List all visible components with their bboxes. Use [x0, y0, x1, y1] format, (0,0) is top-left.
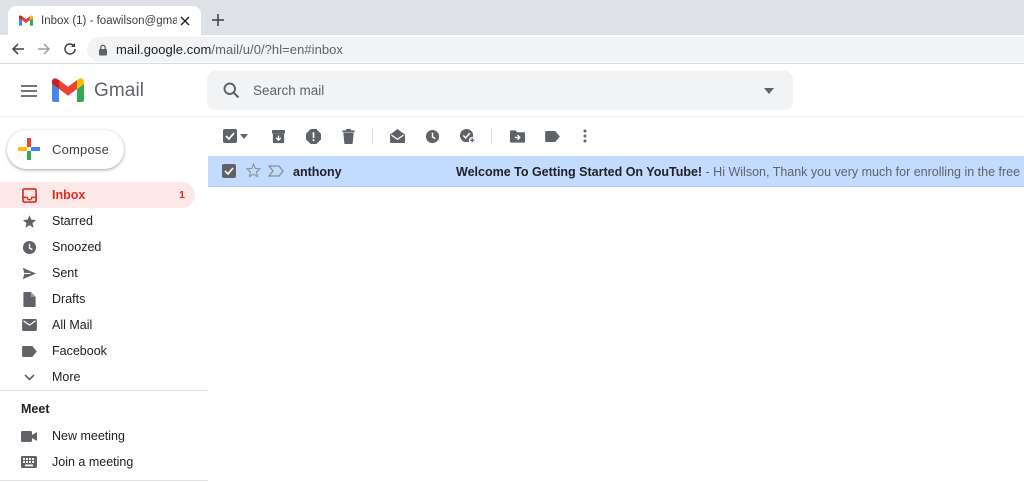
star-outline-icon[interactable]	[245, 162, 262, 179]
sidebar-item-label: Join a meeting	[52, 455, 134, 469]
main-menu-icon[interactable]	[17, 79, 41, 103]
chevron-down-icon	[21, 369, 37, 385]
search-icon[interactable]	[221, 80, 242, 101]
sidebar-item-label: New meeting	[52, 429, 125, 443]
select-dropdown-icon[interactable]	[238, 127, 250, 145]
compose-button[interactable]: Compose	[7, 130, 124, 169]
inbox-icon	[21, 187, 37, 203]
labels-icon[interactable]	[543, 127, 561, 145]
importance-marker-icon[interactable]	[268, 165, 284, 177]
search-bar	[207, 71, 793, 110]
message-snippet: - Hi Wilson, Thank you very much for enr…	[705, 165, 1024, 179]
gmail-logo-text: Gmail	[94, 80, 145, 101]
add-to-tasks-icon[interactable]	[458, 127, 476, 145]
sidebar-item-label: Inbox	[52, 188, 86, 202]
address-bar[interactable]: mail.google.com/mail/u/0/?hl=en#inbox	[87, 37, 1024, 62]
delete-icon[interactable]	[339, 127, 357, 145]
sidebar-item-inbox[interactable]: Inbox 1	[0, 182, 195, 208]
search-input[interactable]	[253, 79, 733, 102]
toolbar-divider	[372, 128, 373, 144]
lock-icon	[99, 44, 107, 55]
message-preview: Welcome To Getting Started On YouTube! -…	[456, 165, 1024, 179]
browser-tab-strip: Inbox (1) - foawilson@gmail.com	[0, 0, 1024, 35]
mail-icon	[21, 317, 37, 333]
clock-icon	[21, 239, 37, 255]
browser-tab[interactable]: Inbox (1) - foawilson@gmail.com	[8, 6, 201, 35]
sidebar-item-starred[interactable]: Starred	[0, 208, 195, 234]
sidebar-item-more[interactable]: More	[0, 364, 195, 390]
sidebar-item-label: All Mail	[52, 318, 93, 332]
sidebar-item-label: Snoozed	[52, 240, 102, 254]
report-spam-icon[interactable]	[304, 127, 322, 145]
video-icon	[21, 428, 37, 444]
move-to-icon[interactable]	[508, 127, 526, 145]
archive-icon[interactable]	[269, 127, 287, 145]
sidebar-item-facebook[interactable]: Facebook	[0, 338, 195, 364]
compose-label: Compose	[52, 142, 110, 157]
snooze-clock-icon[interactable]	[423, 127, 441, 145]
new-tab-icon[interactable]	[209, 11, 227, 29]
sidebar-item-drafts[interactable]: Drafts	[0, 286, 195, 312]
star-icon	[21, 213, 37, 229]
message-action-toolbar	[208, 118, 1024, 155]
url-text: mail.google.com/mail/u/0/?hl=en#inbox	[116, 42, 343, 57]
gmail-logo-icon	[52, 78, 84, 102]
sidebar-item-all-mail[interactable]: All Mail	[0, 312, 195, 338]
sidebar-item-sent[interactable]: Sent	[0, 260, 195, 286]
row-checkbox-icon[interactable]	[222, 164, 236, 178]
sidebar-item-label: More	[52, 370, 81, 384]
sidebar-item-join-meeting[interactable]: Join a meeting	[0, 449, 195, 475]
sidebar-divider	[0, 480, 208, 481]
sidebar-item-label: Facebook	[52, 344, 107, 358]
gmail-header: Gmail	[0, 65, 1024, 117]
browser-toolbar: mail.google.com/mail/u/0/?hl=en#inbox	[0, 35, 1024, 64]
reload-icon[interactable]	[60, 39, 80, 59]
sidebar-divider	[0, 390, 208, 391]
forward-arrow-icon[interactable]	[34, 39, 54, 59]
select-all-checkbox-icon[interactable]	[221, 127, 239, 145]
sidebar-item-new-meeting[interactable]: New meeting	[0, 423, 195, 449]
message-sender: anthony	[293, 165, 342, 179]
sidebar-item-snoozed[interactable]: Snoozed	[0, 234, 195, 260]
mark-as-read-icon[interactable]	[388, 127, 406, 145]
close-tab-icon[interactable]	[177, 13, 193, 29]
table-row[interactable]: anthony Welcome To Getting Started On Yo…	[208, 156, 1024, 187]
more-options-icon[interactable]	[576, 127, 594, 145]
meet-section-title: Meet	[21, 402, 50, 416]
sidebar-item-label: Drafts	[52, 292, 86, 306]
unread-count-badge: 1	[179, 189, 185, 201]
keyboard-icon	[21, 454, 37, 470]
compose-plus-icon	[18, 138, 40, 160]
tab-title: Inbox (1) - foawilson@gmail.com	[41, 14, 177, 27]
sidebar-nav: Inbox 1 Starred Snoozed Sent Drafts All …	[0, 182, 208, 390]
back-arrow-icon[interactable]	[8, 39, 28, 59]
toolbar-divider	[491, 128, 492, 144]
sidebar-item-label: Starred	[52, 214, 93, 228]
label-icon	[21, 343, 37, 359]
sidebar-item-label: Sent	[52, 266, 78, 280]
send-icon	[21, 265, 37, 281]
message-subject: Welcome To Getting Started On YouTube!	[456, 165, 703, 179]
gmail-favicon-icon	[19, 15, 33, 26]
draft-icon	[21, 291, 37, 307]
search-options-dropdown-icon[interactable]	[759, 81, 779, 101]
